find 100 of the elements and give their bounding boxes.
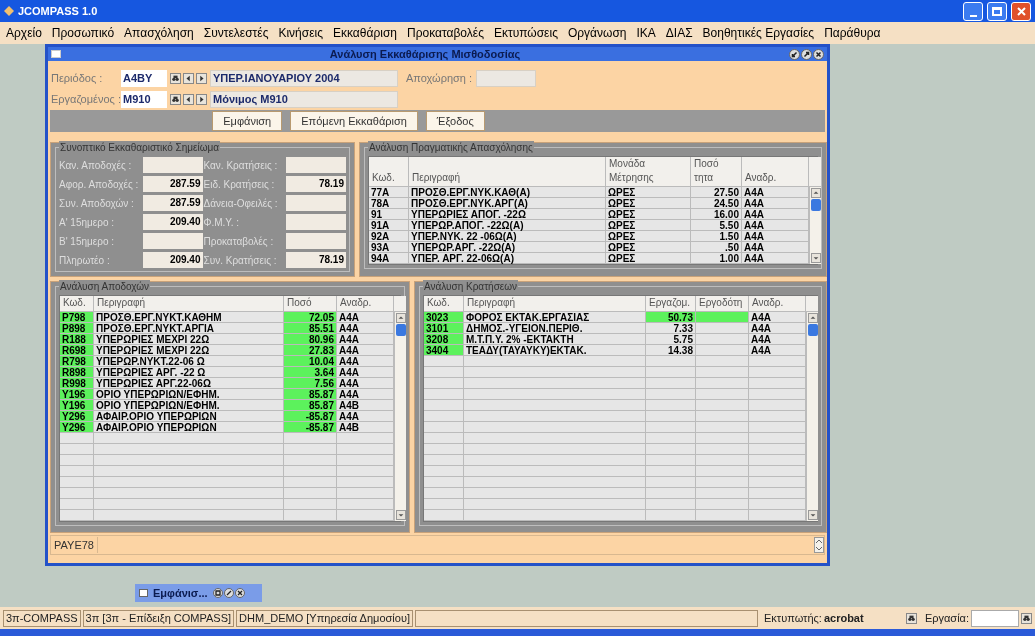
scroll-thumb[interactable] bbox=[807, 324, 818, 336]
table-cell: 94A bbox=[369, 253, 409, 264]
printer-label: Εκτυπωτής: bbox=[764, 610, 822, 626]
summary-value bbox=[286, 214, 346, 230]
group-title: Ανάλυση Κρατήσεων bbox=[423, 280, 519, 293]
code-field[interactable]: A4BY bbox=[121, 69, 167, 87]
menu-item[interactable]: Βοηθητικές Εργασίες bbox=[702, 24, 815, 42]
close-icon bbox=[1016, 6, 1026, 16]
job-label: Εργασία: bbox=[924, 610, 969, 626]
leave-date-field[interactable] bbox=[476, 69, 537, 87]
iconify-button[interactable] bbox=[789, 48, 800, 60]
scroll-up-icon[interactable] bbox=[810, 188, 821, 198]
scroll-down-icon[interactable] bbox=[810, 253, 821, 263]
menu-item[interactable]: Αρχείο bbox=[6, 24, 42, 42]
table-cell: 1.00 bbox=[691, 253, 742, 264]
summary-label: Φ.Μ.Υ. : bbox=[202, 215, 241, 230]
menu-item[interactable]: Συντελεστές bbox=[203, 24, 269, 42]
window-icon bbox=[51, 50, 61, 58]
printer-field: acrobat bbox=[823, 609, 904, 627]
summary-value bbox=[286, 233, 346, 249]
binoculars-icon[interactable] bbox=[905, 612, 917, 624]
scroll-thumb[interactable] bbox=[810, 199, 821, 211]
scroll-down-icon[interactable] bbox=[395, 510, 406, 520]
message-field: PAYE78 bbox=[51, 536, 98, 554]
summary-value: 287.59 bbox=[142, 176, 203, 192]
table-row[interactable]: 94A ΥΠΕΡ. ΑΡΓ. 22-06Ω(Α) ΩΡΕΣ 1.00 A4A bbox=[369, 253, 809, 264]
summary-value: 78.19 bbox=[286, 176, 346, 192]
menu-item[interactable]: Παράθυρα bbox=[824, 24, 881, 42]
group-title: Ανάλυση Αποδοχών bbox=[59, 280, 151, 293]
table-cell: ΥΠΕΡ. ΑΡΓ. 22-06Ω(Α) bbox=[409, 253, 606, 264]
menu-item[interactable]: ΔΙΑΣ bbox=[665, 24, 693, 42]
menu-item[interactable]: Προσωπικό bbox=[51, 24, 115, 42]
summary-value bbox=[142, 233, 203, 249]
action-button[interactable]: Εμφάνιση bbox=[212, 111, 283, 131]
menu-item[interactable]: Οργάνωση bbox=[567, 24, 627, 42]
binoculars-icon[interactable] bbox=[170, 93, 181, 105]
app-icon bbox=[4, 6, 14, 16]
scroll-thumb[interactable] bbox=[395, 324, 406, 336]
status-segment: 3π [3π - Επίδειξη COMPASS] bbox=[82, 609, 235, 627]
close-button[interactable] bbox=[234, 588, 245, 598]
group-title: Συνοπτικό Εκκαθαριστικό Σημείωμα bbox=[59, 141, 221, 154]
minimized-window[interactable]: Εμφάνισ... bbox=[135, 584, 262, 602]
menu-item[interactable]: Προκαταβολές bbox=[406, 24, 484, 42]
menu-item[interactable]: Εκκαθάριση bbox=[333, 24, 397, 42]
close-button[interactable] bbox=[813, 48, 824, 60]
summary-label: Β' 15ημερο : bbox=[59, 234, 116, 249]
summary-label: Ειδ. Κρατήσεις : bbox=[202, 177, 276, 192]
menu-item[interactable]: ΙΚΑ bbox=[636, 24, 656, 42]
summary-label: Συν. Αποδοχών : bbox=[59, 196, 135, 211]
field-label: Αποχώρηση : bbox=[406, 70, 473, 86]
summary-label: Καν. Κρατήσεις : bbox=[202, 158, 279, 173]
scrollbar[interactable] bbox=[806, 312, 818, 521]
table-cell bbox=[696, 312, 749, 323]
maximize-button[interactable] bbox=[223, 588, 234, 598]
table-cell: ΩΡΕΣ bbox=[606, 253, 691, 264]
summary-label: Δάνεια-Οφειλές : bbox=[202, 196, 279, 211]
scrollbar[interactable] bbox=[394, 312, 406, 521]
summary-label: Α' 15ημερο : bbox=[59, 215, 116, 230]
status-segment: DHM_DEMO [Υπηρεσία Δημοσίου] bbox=[236, 609, 413, 627]
summary-label: Αφορ. Αποδοχές : bbox=[59, 177, 140, 192]
summary-label: Συν. Κρατήσεις : bbox=[202, 253, 278, 268]
menu-item[interactable]: Κινήσεις bbox=[278, 24, 323, 42]
job-field[interactable] bbox=[971, 609, 1019, 627]
scroll-up-icon[interactable] bbox=[395, 313, 406, 323]
summary-value bbox=[142, 157, 203, 173]
summary-label: Καν. Αποδοχές : bbox=[59, 158, 133, 173]
summary-label: Πληρωτέο : bbox=[59, 253, 111, 268]
name-field: Μόνιμος M910 bbox=[210, 90, 398, 108]
menu-item[interactable]: Απασχόληση bbox=[124, 24, 194, 42]
scroll-down-icon[interactable] bbox=[807, 510, 818, 520]
field-label: Περιόδος : bbox=[51, 70, 104, 86]
summary-value: 209.40 bbox=[142, 214, 203, 230]
name-field: ΥΠΕΡ.ΙΑΝΟΥΑΡΙΟΥ 2004 bbox=[210, 69, 398, 87]
action-button[interactable]: Έξοδος bbox=[425, 111, 485, 131]
binoculars-icon[interactable] bbox=[1021, 612, 1032, 624]
scrollbar[interactable] bbox=[809, 187, 821, 264]
field-label: Εργαζομένος : bbox=[51, 91, 121, 107]
table-cell: 3.64 bbox=[284, 367, 337, 378]
action-button[interactable]: Επόμενη Εκκαθάριση bbox=[290, 111, 418, 131]
code-field[interactable]: M910 bbox=[121, 90, 167, 108]
minimized-window-title: Εμφάνισ... bbox=[153, 585, 208, 601]
summary-label: Προκαταβολές : bbox=[202, 234, 275, 249]
binoculars-icon[interactable] bbox=[170, 72, 181, 84]
summary-value: 287.59 bbox=[142, 195, 203, 211]
minimize-button[interactable] bbox=[963, 1, 983, 21]
restore-button[interactable] bbox=[212, 588, 223, 598]
menu-item[interactable]: Εκτυπώσεις bbox=[493, 24, 558, 42]
summary-value bbox=[286, 195, 346, 211]
summary-value: 78.19 bbox=[286, 252, 346, 268]
maximize-button[interactable] bbox=[801, 48, 812, 60]
table-cell: 7.56 bbox=[284, 378, 337, 389]
spinner-icon[interactable] bbox=[814, 537, 824, 553]
scroll-up-icon[interactable] bbox=[807, 313, 818, 323]
window-title: JCOMPASS 1.0 bbox=[18, 3, 98, 19]
summary-value bbox=[286, 157, 346, 173]
status-segment: 3π-COMPASS bbox=[3, 609, 81, 627]
summary-value: 209.40 bbox=[142, 252, 203, 268]
group-title: Ανάλυση Πραγματικής Απασχόλησης bbox=[368, 141, 534, 154]
internal-window-title: Ανάλυση Εκκαθάρισης Μισθοδοσίας bbox=[328, 46, 522, 62]
window-icon bbox=[139, 589, 148, 597]
